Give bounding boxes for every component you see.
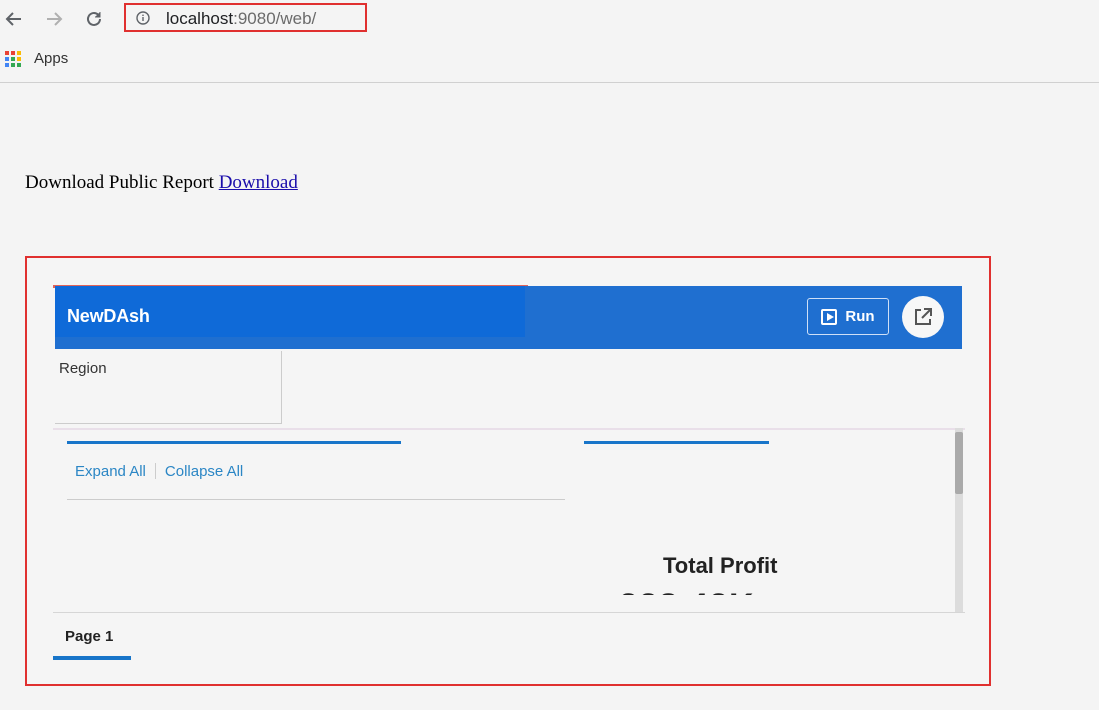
separator xyxy=(154,463,156,479)
arrow-left-icon xyxy=(5,12,21,26)
total-profit-value-clip: 338.43K xyxy=(619,585,839,595)
reload-icon xyxy=(87,11,101,26)
run-label: Run xyxy=(845,308,875,325)
apps-grid-icon[interactable] xyxy=(5,51,21,67)
address-bar[interactable]: localhost:9080/web/ xyxy=(124,3,367,32)
scrollbar-thumb[interactable] xyxy=(955,432,963,494)
dashboard-canvas: Expand All Collapse All Total Profit 338.… xyxy=(53,428,965,614)
embedded-dashboard-frame: NewDAsh Run Region Expand All Collapse Al… xyxy=(25,256,991,686)
page-tab-label: Page 1 xyxy=(65,628,114,645)
run-button[interactable]: Run xyxy=(807,298,889,335)
arrow-right-icon xyxy=(47,12,63,26)
total-profit-value: 338.43K xyxy=(619,587,755,595)
widget-header-bar-right xyxy=(584,441,769,444)
active-tab-indicator xyxy=(53,656,131,660)
divider xyxy=(67,499,565,500)
expand-all-link[interactable]: Expand All xyxy=(75,463,146,480)
download-link[interactable]: Download xyxy=(219,172,298,193)
url-text: localhost:9080/web/ xyxy=(166,9,317,28)
dashboard-header: NewDAsh Run xyxy=(55,286,962,349)
total-profit-title: Total Profit xyxy=(663,553,778,578)
filter-panel: Region xyxy=(55,351,282,424)
collapse-all-link[interactable]: Collapse All xyxy=(165,463,243,480)
download-text: Download Public Report xyxy=(25,172,214,193)
download-line: Download Public Report Download xyxy=(25,172,298,194)
forward-button[interactable] xyxy=(42,7,66,31)
external-link-icon xyxy=(915,308,932,325)
bookmark-apps[interactable]: Apps xyxy=(34,50,68,67)
tab-page-1[interactable]: Page 1 xyxy=(53,622,131,662)
reload-button[interactable] xyxy=(82,7,106,31)
expand-collapse-controls: Expand All Collapse All xyxy=(75,463,243,480)
canvas-scrollbar[interactable] xyxy=(955,428,963,612)
info-circle-icon xyxy=(136,11,150,25)
pages-bar-divider xyxy=(53,612,965,613)
back-button[interactable] xyxy=(2,7,26,31)
play-icon xyxy=(821,308,838,325)
widget-header-bar-left xyxy=(67,441,401,444)
browser-toolbar: localhost:9080/web/ Apps xyxy=(0,0,1099,83)
open-external-button[interactable] xyxy=(902,296,944,338)
dashboard-title: NewDAsh xyxy=(67,306,150,326)
bookmarks-bar: Apps xyxy=(0,46,300,72)
region-filter-label[interactable]: Region xyxy=(59,360,107,377)
